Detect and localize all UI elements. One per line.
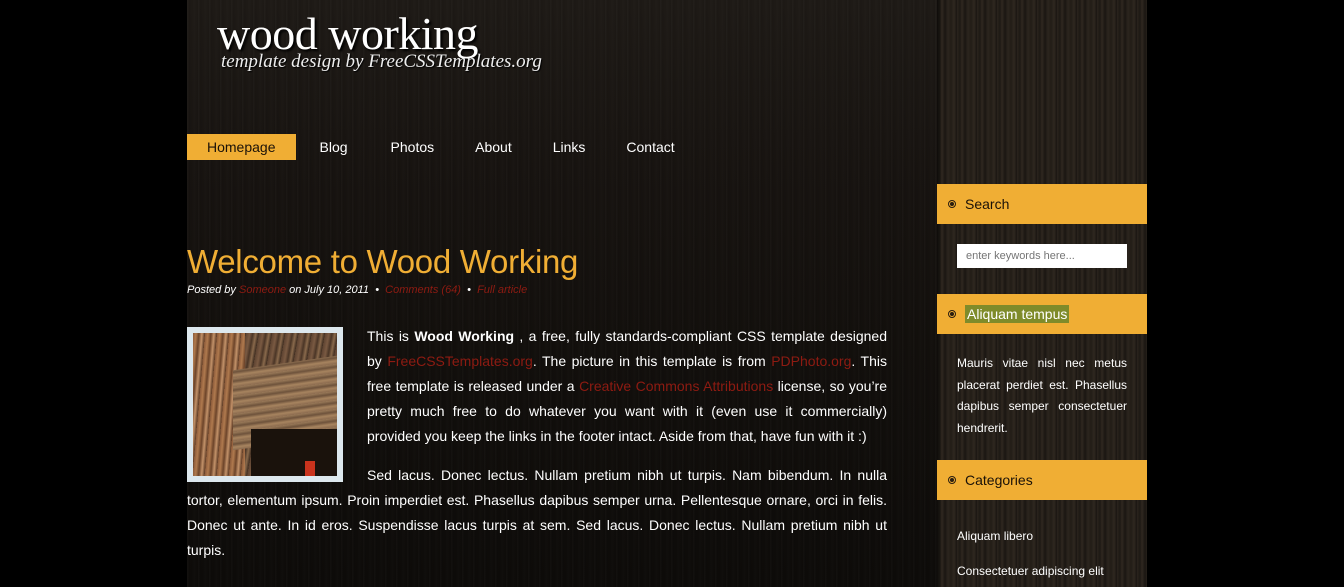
bullet-icon — [948, 310, 956, 318]
category-item[interactable]: Consectetuer adipiscing elit — [957, 564, 1104, 578]
creative-commons-link[interactable]: Creative Commons Attributions — [579, 378, 773, 394]
main-content: Welcome to Wood Working Posted by Someon… — [187, 238, 887, 577]
categories-heading-label: Categories — [965, 472, 1033, 488]
site-subtitle: template design by FreeCSSTemplates.org — [221, 51, 542, 72]
post-entry: This is Wood Working , a free, fully sta… — [187, 324, 887, 563]
search-heading-label: Search — [965, 196, 1010, 212]
menu-item-photos[interactable]: Photos — [371, 134, 455, 160]
post-date: on July 10, 2011 — [289, 284, 370, 296]
categories-heading: Categories — [937, 460, 1147, 500]
bullet-icon — [948, 476, 956, 484]
wood-photo — [193, 333, 337, 476]
brand-name: Wood Working — [414, 328, 515, 344]
meta-separator: • — [467, 284, 471, 296]
aliquam-heading-label: Aliquam tempus — [965, 305, 1070, 323]
posted-by-label: Posted by — [187, 284, 236, 296]
freecsstemplates-link[interactable]: FreeCSSTemplates.org — [387, 353, 533, 369]
pdphoto-link[interactable]: PDPhoto.org — [771, 353, 851, 369]
post-thumbnail — [187, 327, 343, 482]
menu-item-links[interactable]: Links — [533, 134, 606, 160]
category-item[interactable]: Aliquam libero — [957, 529, 1033, 543]
menu-item-homepage[interactable]: Homepage — [187, 134, 296, 160]
full-article-link[interactable]: Full article — [477, 284, 527, 296]
comments-link[interactable]: Comments (64) — [385, 284, 461, 296]
aliquam-heading: Aliquam tempus — [937, 294, 1147, 334]
bullet-icon — [948, 200, 956, 208]
menu-item-about[interactable]: About — [455, 134, 532, 160]
menu-item-contact[interactable]: Contact — [606, 134, 694, 160]
post-title[interactable]: Welcome to Wood Working — [187, 238, 887, 286]
search-input[interactable] — [957, 244, 1127, 268]
search-heading: Search — [937, 184, 1147, 224]
author-link[interactable]: Someone — [239, 284, 286, 296]
main-menu: Homepage Blog Photos About Links Contact — [187, 134, 696, 160]
menu-item-blog[interactable]: Blog — [298, 134, 370, 160]
site-logo[interactable]: wood working template design by FreeCSST… — [217, 8, 542, 72]
aliquam-text: Mauris vitae nisl nec metus placerat per… — [957, 356, 1127, 435]
meta-separator: • — [375, 284, 380, 296]
